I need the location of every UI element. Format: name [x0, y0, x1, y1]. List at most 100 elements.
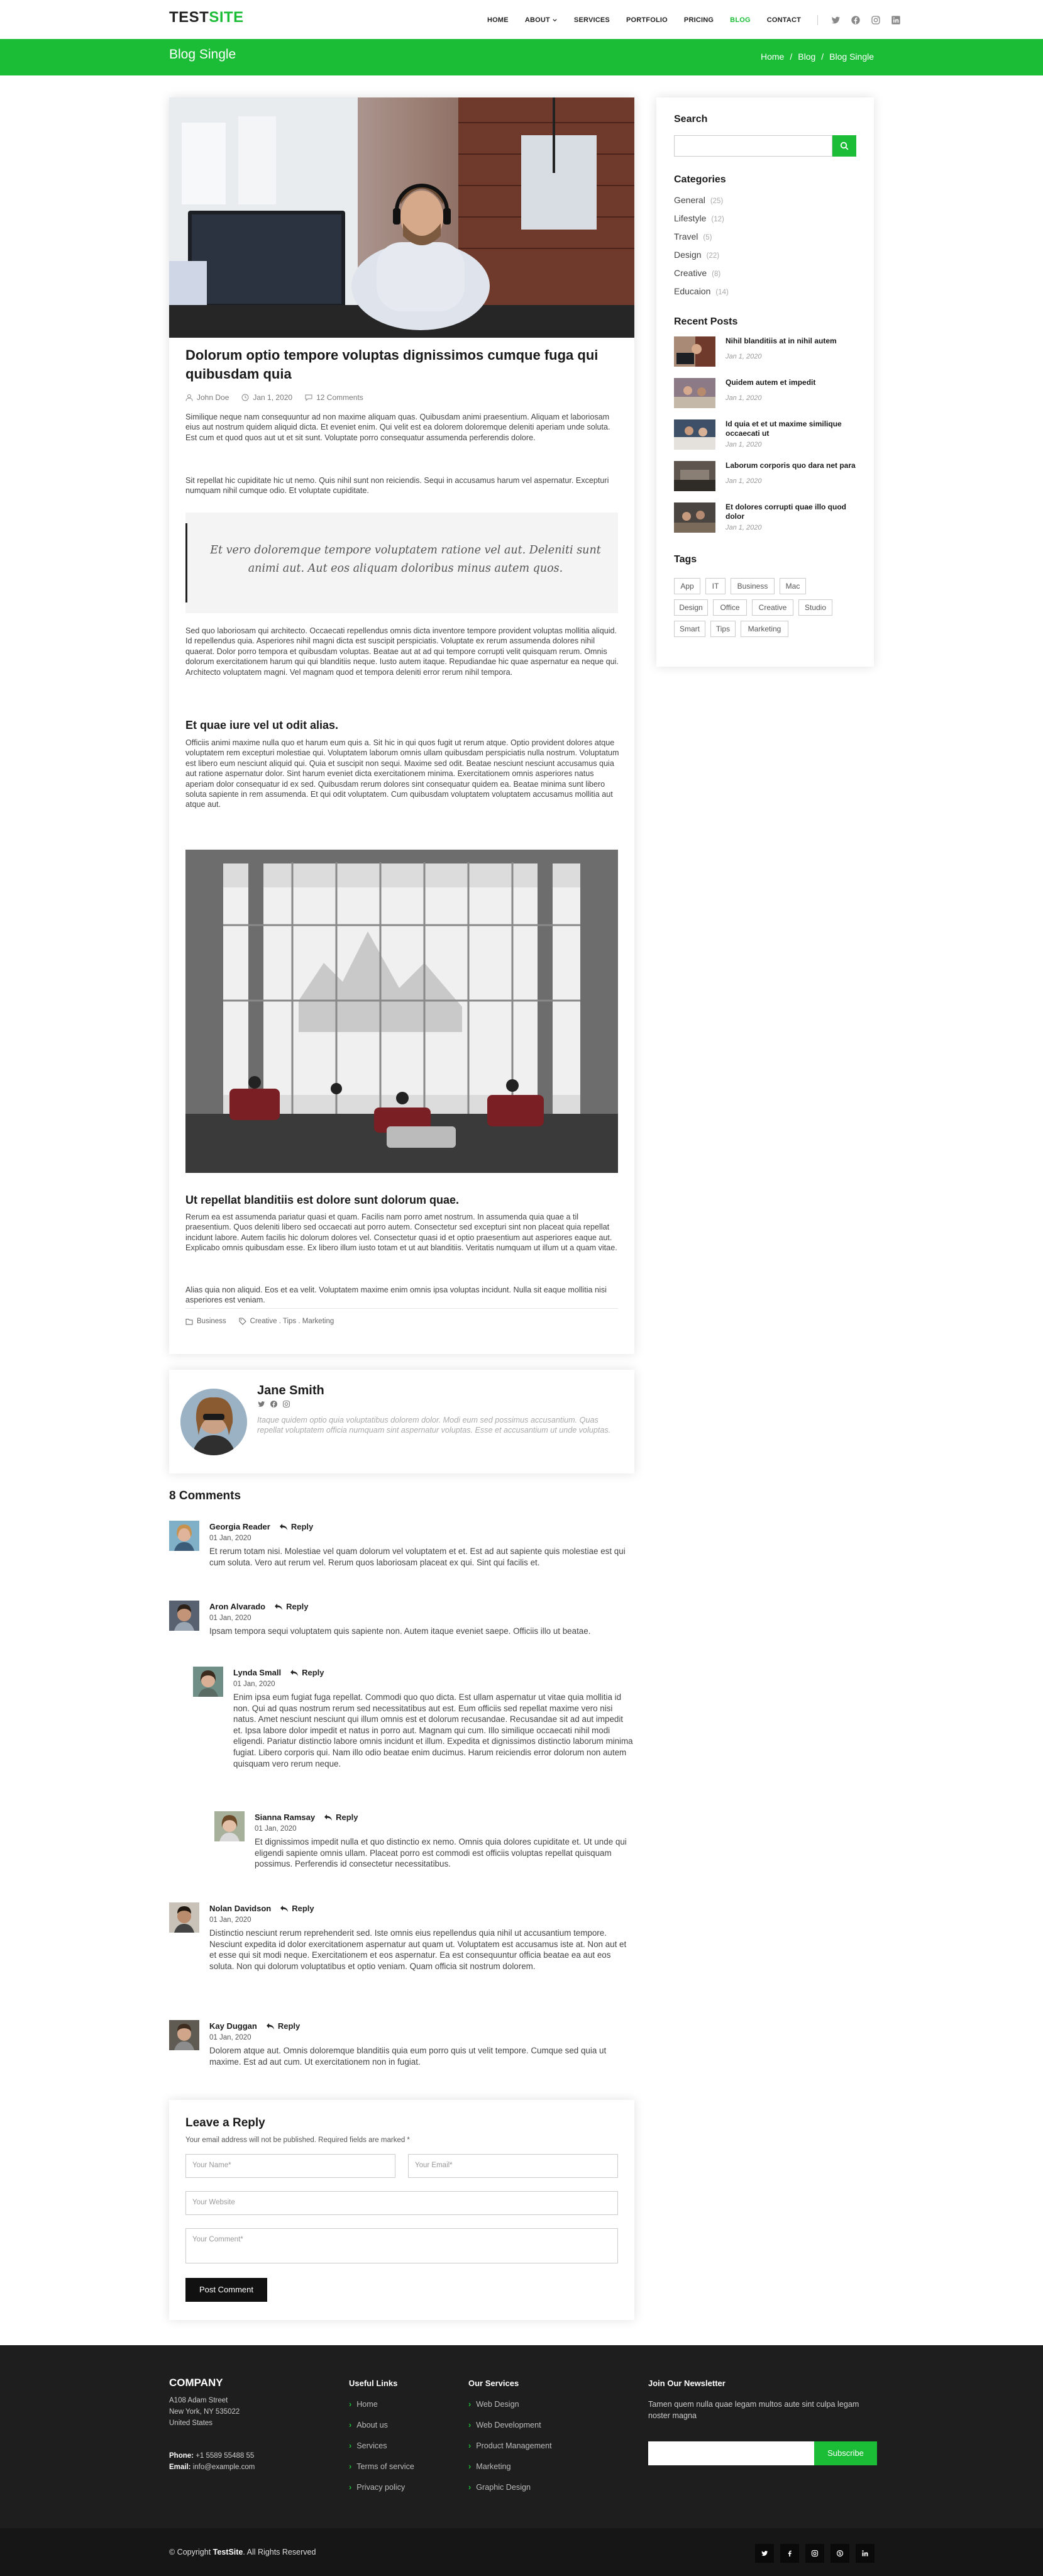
- article-paragraph: Sed quo laboriosam qui architecto. Occae…: [185, 626, 619, 677]
- reply-button[interactable]: Reply: [274, 1602, 309, 1611]
- nav-about[interactable]: ABOUT: [525, 16, 558, 24]
- nav-blog[interactable]: BLOG: [730, 16, 751, 24]
- our-services-title: Our Services: [468, 2379, 519, 2388]
- category-item[interactable]: Design (22): [674, 250, 719, 260]
- footer-service-link[interactable]: › Graphic Design: [468, 2483, 531, 2492]
- article-subheading: Et quae iure vel ut odit alias.: [185, 719, 339, 731]
- instagram-icon[interactable]: [805, 2544, 824, 2563]
- comment-author[interactable]: Lynda Small: [233, 1668, 281, 1677]
- tag-item[interactable]: Creative: [752, 599, 793, 616]
- avatar: [169, 1521, 199, 1551]
- reply-button[interactable]: Reply: [279, 1522, 313, 1531]
- meta-comments[interactable]: 12 Comments: [305, 393, 363, 402]
- nav-home[interactable]: HOME: [487, 16, 509, 24]
- facebook-icon[interactable]: [780, 2544, 799, 2563]
- newsletter-email-input[interactable]: [648, 2441, 814, 2465]
- comment-field[interactable]: Your Comment*: [185, 2228, 618, 2263]
- instagram-icon[interactable]: [282, 1400, 290, 1408]
- twitter-icon[interactable]: [257, 1400, 265, 1408]
- page-title-bar: Blog Single Home / Blog / Blog Single: [0, 39, 1043, 75]
- footer-service-link[interactable]: › Product Management: [468, 2441, 552, 2450]
- tag-item[interactable]: Office: [713, 599, 747, 616]
- footer-service-link[interactable]: › Web Development: [468, 2421, 541, 2429]
- comment-author[interactable]: Kay Duggan: [209, 2021, 257, 2031]
- name-field[interactable]: Your Name*: [185, 2154, 395, 2178]
- article-title: Dolorum optio tempore voluptas dignissim…: [185, 347, 599, 382]
- twitter-icon[interactable]: [831, 15, 841, 25]
- comment-author[interactable]: Georgia Reader: [209, 1522, 270, 1531]
- nav-pricing[interactable]: PRICING: [684, 16, 714, 24]
- category-item[interactable]: General (25): [674, 195, 723, 205]
- chevron-down-icon: [553, 18, 557, 21]
- tag-item[interactable]: Mac: [780, 578, 806, 594]
- email-field[interactable]: Your Email*: [408, 2154, 618, 2178]
- recent-post[interactable]: Laborum corporis quo dara net para Jan 1…: [674, 461, 863, 494]
- chat-icon: [305, 394, 312, 401]
- comment-author[interactable]: Nolan Davidson: [209, 1904, 271, 1913]
- category-item[interactable]: Educaion (14): [674, 286, 729, 296]
- comment-author[interactable]: Sianna Ramsay: [255, 1813, 315, 1822]
- footer-link[interactable]: › About us: [349, 2421, 388, 2429]
- categories-title: Categories: [674, 174, 726, 185]
- footer-link[interactable]: › Services: [349, 2441, 387, 2450]
- reply-button[interactable]: Reply: [266, 2021, 300, 2031]
- category-item[interactable]: Travel (5): [674, 231, 712, 242]
- breadcrumb-home[interactable]: Home: [761, 52, 784, 62]
- post-comment-button[interactable]: Post Comment: [185, 2278, 267, 2302]
- tag-item[interactable]: Design: [674, 599, 708, 616]
- site-logo[interactable]: TESTSITE: [169, 9, 244, 26]
- twitter-icon[interactable]: [755, 2544, 774, 2563]
- tag-item[interactable]: Smart: [674, 621, 705, 637]
- avatar: [169, 1902, 199, 1933]
- article-category[interactable]: Business: [185, 1318, 226, 1325]
- tag-item[interactable]: IT: [705, 578, 726, 594]
- recent-post[interactable]: Nihil blanditiis at in nihil autem Jan 1…: [674, 336, 863, 369]
- search-input[interactable]: [674, 135, 832, 157]
- recent-post[interactable]: Quidem autem et impedit Jan 1, 2020: [674, 378, 863, 411]
- website-field[interactable]: Your Website: [185, 2191, 618, 2215]
- reply-button[interactable]: Reply: [324, 1813, 358, 1822]
- reply-form: Leave a Reply Your email address will no…: [169, 2100, 634, 2320]
- facebook-icon[interactable]: [270, 1400, 278, 1408]
- recent-post[interactable]: Id quia et et ut maxime similique occaec…: [674, 419, 863, 452]
- footer-email: Email: info@example.com: [169, 2463, 255, 2471]
- tag-item[interactable]: Marketing: [741, 621, 788, 637]
- comment-author[interactable]: Aron Alvarado: [209, 1602, 265, 1611]
- article-tags[interactable]: Creative . Tips . Marketing: [239, 1318, 334, 1325]
- breadcrumb-separator: /: [821, 52, 824, 62]
- reply-button[interactable]: Reply: [290, 1668, 324, 1677]
- reply-button[interactable]: Reply: [280, 1904, 314, 1913]
- nav-contact[interactable]: CONTACT: [767, 16, 801, 24]
- instagram-icon[interactable]: [871, 15, 881, 25]
- meta-author[interactable]: John Doe: [185, 393, 229, 402]
- linkedin-icon[interactable]: [856, 2544, 875, 2563]
- tag-item[interactable]: Tips: [710, 621, 736, 637]
- tag-item[interactable]: Business: [731, 578, 775, 594]
- tag-item[interactable]: App: [674, 578, 700, 594]
- nav-portfolio[interactable]: PORTFOLIO: [626, 16, 668, 24]
- footer-bottom-bar: [0, 2528, 1043, 2576]
- footer-link[interactable]: › Terms of service: [349, 2462, 414, 2471]
- category-item[interactable]: Creative (8): [674, 268, 720, 278]
- footer-link[interactable]: › Home: [349, 2400, 378, 2409]
- nav-services[interactable]: SERVICES: [574, 16, 610, 24]
- recent-post-date: Jan 1, 2020: [726, 441, 762, 448]
- subscribe-button[interactable]: Subscribe: [814, 2441, 877, 2465]
- linkedin-icon[interactable]: [891, 15, 901, 25]
- tag-item[interactable]: Studio: [798, 599, 832, 616]
- search-button[interactable]: [832, 135, 856, 157]
- newsletter-title: Join Our Newsletter: [648, 2379, 726, 2388]
- footer-service-link[interactable]: › Marketing: [468, 2462, 511, 2471]
- recent-post-thumbnail: [674, 502, 715, 533]
- footer-address-line: United States: [169, 2419, 213, 2427]
- category-item[interactable]: Lifestyle (12): [674, 213, 724, 223]
- facebook-icon[interactable]: [851, 15, 861, 25]
- tags-icon: [239, 1318, 246, 1325]
- footer-service-link[interactable]: › Web Design: [468, 2400, 519, 2409]
- footer-link[interactable]: › Privacy policy: [349, 2483, 405, 2492]
- meta-date[interactable]: Jan 1, 2020: [241, 393, 292, 402]
- breadcrumb-blog[interactable]: Blog: [798, 52, 815, 62]
- skype-icon[interactable]: [831, 2544, 849, 2563]
- useful-links-title: Useful Links: [349, 2379, 398, 2388]
- recent-post[interactable]: Et dolores corrupti quae illo quod dolor…: [674, 502, 863, 535]
